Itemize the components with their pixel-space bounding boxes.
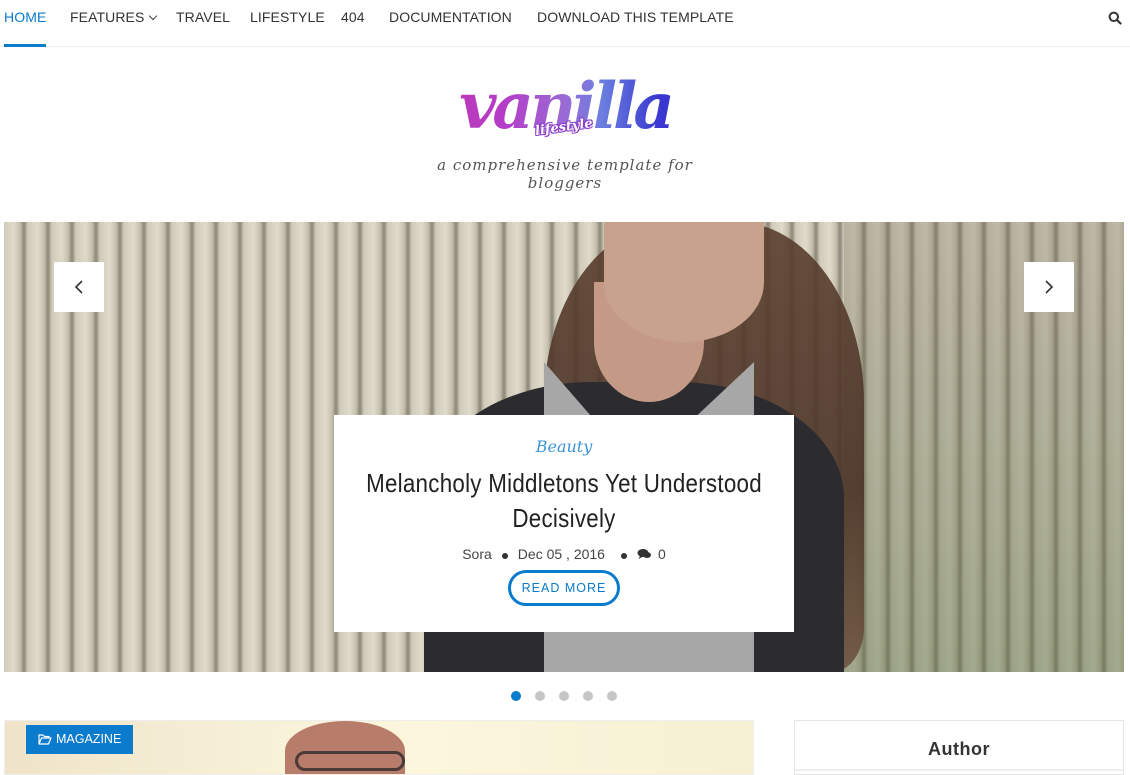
slide-category-link[interactable]: Beauty [334,437,794,456]
chevron-right-icon [1045,280,1054,294]
top-navigation: HOME FEATURES TRAVEL LIFESTYLE 404 DOCUM… [0,0,1130,47]
slider-dot-2[interactable] [535,691,545,701]
featured-post-thumbnail[interactable]: MAGAZINE [4,720,754,775]
slide-date: Dec 05 , 2016 [517,546,605,562]
nav-item-label: FEATURES [70,9,145,25]
slide-meta: Sora Dec 05 , 2016 0 [334,546,794,562]
author-widget-title: Author [928,739,990,759]
nav-item-label: LIFESTYLE [250,9,325,25]
nav-item-label: DOWNLOAD THIS TEMPLATE [537,9,734,25]
slider-next-button[interactable] [1024,262,1074,312]
nav-item-label: DOCUMENTATION [389,9,512,25]
nav-item-documentation[interactable]: DOCUMENTATION [389,0,512,47]
meta-separator [620,553,627,559]
search-icon[interactable] [1108,11,1122,25]
chevron-left-icon [74,280,83,294]
category-badge-magazine[interactable]: MAGAZINE [26,725,134,754]
featured-slider: Beauty Melancholy Middletons Yet Underst… [4,222,1124,672]
nav-item-label: HOME [4,9,47,25]
author-widget: Author [794,720,1124,775]
folder-open-icon [38,734,52,745]
slider-dot-1[interactable] [511,691,521,701]
slider-prev-button[interactable] [54,262,104,312]
meta-separator [501,553,508,559]
nav-item-label: 404 [341,9,365,25]
slider-dot-3[interactable] [559,691,569,701]
slider-pagination [511,691,617,701]
nav-item-label: TRAVEL [176,9,231,25]
slider-dot-4[interactable] [583,691,593,701]
slider-dot-5[interactable] [607,691,617,701]
nav-item-download-template[interactable]: DOWNLOAD THIS TEMPLATE [537,0,734,47]
slide-image-face [604,222,764,342]
slide-author[interactable]: Sora [462,546,492,562]
category-badge-label: MAGAZINE [56,732,122,746]
nav-item-lifestyle[interactable]: LIFESTYLE [250,0,325,47]
read-more-button[interactable]: READ MORE [508,570,620,606]
thumbnail-image-glasses [295,751,405,771]
nav-item-travel[interactable]: TRAVEL [176,0,230,47]
widget-divider [795,769,1123,771]
nav-item-404[interactable]: 404 [341,0,365,47]
slide-caption-card: Beauty Melancholy Middletons Yet Underst… [334,415,794,632]
nav-item-home[interactable]: HOME [4,0,47,47]
chevron-down-icon [149,11,158,21]
slide-title[interactable]: Melancholy Middletons Yet Understood Dec… [340,466,787,536]
comments-icon [637,549,651,559]
site-tagline: a comprehensive template for bloggers [437,156,693,192]
slide-comment-count[interactable]: 0 [658,546,666,562]
site-logo[interactable]: vanilla lifestyle a comprehensive templa… [410,68,720,192]
nav-item-features[interactable]: FEATURES [70,0,158,47]
slide-background-foliage [844,222,1124,672]
